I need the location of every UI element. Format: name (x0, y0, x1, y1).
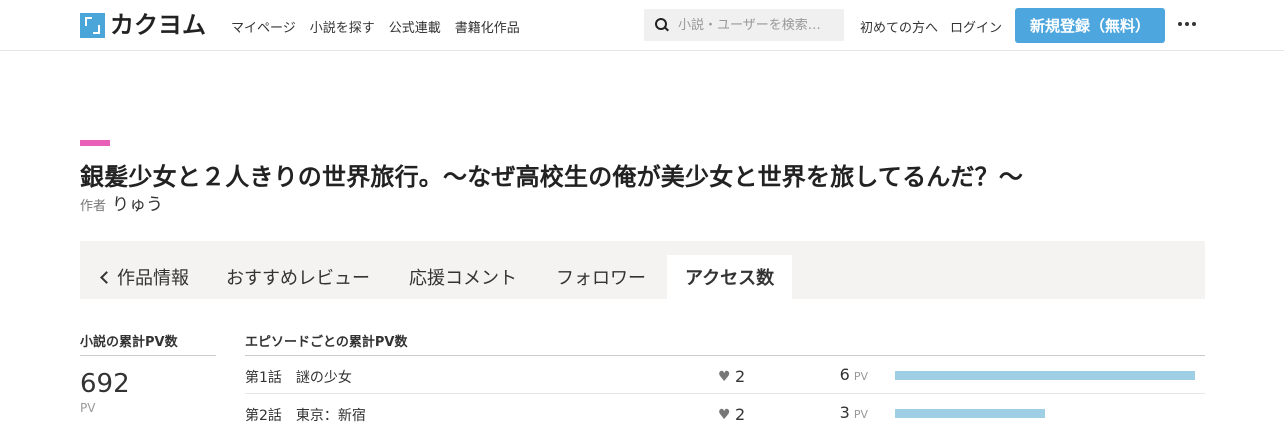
episode-hearts: ♥ 2 (718, 367, 745, 386)
episode-pv-value: 3 (839, 403, 850, 422)
tab-work-info-label: 作品情報 (117, 268, 189, 289)
search-input[interactable] (678, 17, 838, 33)
tab-work-info[interactable]: 作品情報 (99, 255, 189, 299)
author-line: 作者 りゅう (80, 190, 163, 215)
more-menu-icon[interactable] (1178, 22, 1196, 26)
episode-title-link[interactable]: 第2話 東京：新宿 (245, 405, 366, 425)
episode-hearts: ♥ 2 (718, 405, 745, 424)
search-box[interactable] (644, 9, 844, 41)
first-time-link[interactable]: 初めての方へ (860, 17, 938, 36)
episode-pv-panel: エピソードごとの累計PV数 第1話 謎の少女 ♥ 2 6 PV 第2話 東京：新宿 ♥ 2 3 P… (245, 331, 1205, 430)
total-pv-unit: PV (80, 401, 96, 415)
login-link[interactable]: ログイン (950, 17, 1002, 36)
episode-pv-bar (895, 371, 1195, 380)
heart-icon: ♥ (718, 406, 731, 423)
episode-pv-bar (895, 409, 1045, 418)
total-pv-heading: 小説の累計PV数 (80, 331, 216, 356)
episode-pv-unit: PV (853, 408, 868, 421)
nav-mypage[interactable]: マイページ (231, 17, 296, 36)
title-accent-bar (80, 140, 110, 146)
author-label: 作者 (80, 199, 107, 214)
total-pv-value: 692 (80, 369, 130, 399)
tab-access-count[interactable]: アクセス数 (667, 255, 793, 299)
episode-pv: 6 PV (840, 365, 868, 384)
logo-mark-icon (80, 12, 105, 38)
total-pv-panel: 小説の累計PV数 692 PV (80, 331, 216, 415)
episode-heart-count: 2 (735, 405, 746, 424)
signup-button[interactable]: 新規登録（無料） (1015, 8, 1165, 43)
tab-reviews[interactable]: おすすめレビュー (226, 255, 370, 299)
heart-icon: ♥ (718, 368, 731, 385)
chevron-left-icon (100, 270, 113, 284)
episode-pv: 3 PV (840, 403, 868, 422)
tab-comments[interactable]: 応援コメント (409, 255, 517, 299)
nav-official-serials[interactable]: 公式連載 (389, 17, 441, 36)
nav-find-novels[interactable]: 小説を探す (310, 17, 375, 36)
logo[interactable]: カクヨム (80, 11, 206, 39)
search-icon[interactable] (655, 18, 669, 32)
nav-published-works[interactable]: 書籍化作品 (455, 17, 520, 36)
logo-text: カクヨム (110, 11, 206, 39)
work-title[interactable]: 銀髪少女と２人きりの世界旅行。〜なぜ高校生の俺が美少女と世界を旅してるんだ？〜 (80, 157, 1023, 192)
episode-pv-value: 6 (839, 365, 850, 384)
episode-pv-unit: PV (853, 370, 868, 383)
episode-heart-count: 2 (735, 367, 746, 386)
episode-row: 第1話 謎の少女 ♥ 2 6 PV (245, 356, 1205, 394)
author-name[interactable]: りゅう (112, 190, 163, 215)
episode-pv-heading: エピソードごとの累計PV数 (245, 331, 1205, 356)
episode-list: 第1話 謎の少女 ♥ 2 6 PV 第2話 東京：新宿 ♥ 2 3 PV (245, 356, 1205, 430)
episode-title-link[interactable]: 第1話 謎の少女 (245, 367, 352, 387)
episode-row: 第2話 東京：新宿 ♥ 2 3 PV (245, 394, 1205, 430)
site-header: カクヨム マイページ 小説を探す 公式連載 書籍化作品 初めての方へ ログイン … (0, 0, 1284, 51)
main-nav: マイページ 小説を探す 公式連載 書籍化作品 (231, 17, 520, 36)
tab-followers[interactable]: フォロワー (556, 255, 646, 299)
work-tabs: 作品情報 おすすめレビュー 応援コメント フォロワー アクセス数 (80, 241, 1205, 299)
